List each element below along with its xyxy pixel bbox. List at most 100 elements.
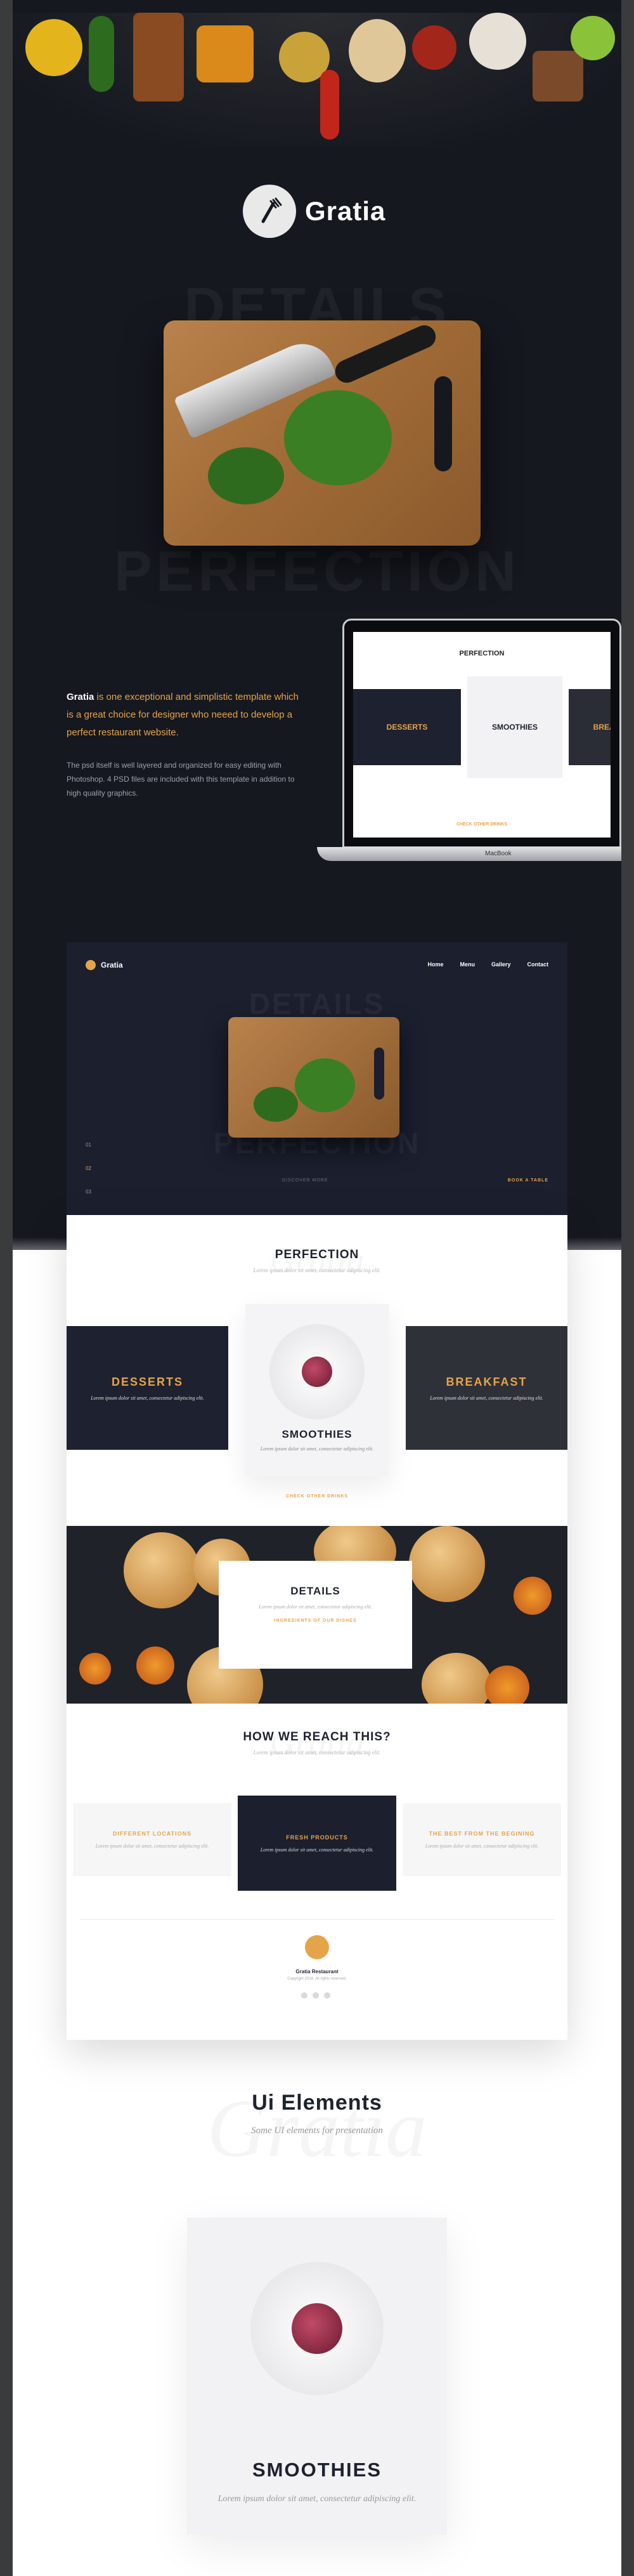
reach-item-best-text: Lorem ipsum dolor sit amet, consectetur …: [425, 1843, 539, 1849]
laptop-base: [317, 847, 621, 861]
ginger-image: [349, 19, 406, 82]
flower-image: [485, 1666, 529, 1704]
reach-subtitle: Lorem ipsum dolor sit amet, consectetur …: [253, 1749, 381, 1756]
spices-hero-image: [13, 13, 621, 146]
card-breakfast-label: BREAKFAST: [446, 1375, 527, 1388]
raspberry-image: [292, 2303, 342, 2354]
brand-name: Gratia: [305, 196, 386, 226]
bun-image: [422, 1653, 491, 1704]
laptop-link[interactable]: CHECK OTHER DRINKS: [353, 822, 611, 827]
flower-image: [136, 1646, 174, 1685]
card-desserts-text: Lorem ipsum dolor sit amet, consectetur …: [91, 1395, 204, 1401]
laptop-screen-content: PERFECTION DESSERTS SMOOTHIES BREAK CHEC…: [353, 632, 611, 838]
card-breakfast[interactable]: BREAKFAST Lorem ipsum dolor sit amet, co…: [406, 1326, 567, 1450]
site-brand-name: Gratia: [101, 961, 123, 969]
herbs-image: [208, 447, 284, 504]
slide-number-3[interactable]: 03: [86, 1189, 91, 1195]
red-chili-image: [320, 70, 339, 140]
card-smoothies[interactable]: SMOOTHIES Lorem ipsum dolor sit amet, co…: [245, 1304, 389, 1476]
book-table-link[interactable]: BOOK A TABLE: [508, 1178, 548, 1183]
cinnamon-image: [133, 13, 184, 102]
perfection-title: PERFECTION: [275, 1248, 359, 1261]
footer-social: [301, 1992, 330, 1999]
site-cutting-board-image: [228, 1017, 399, 1138]
details-title: DETAILS: [290, 1585, 340, 1597]
knife-handle-image: [332, 321, 439, 387]
intro-lead: Gratia is one exceptional and simplistic…: [67, 688, 307, 742]
menu-item-home[interactable]: Home: [427, 961, 443, 968]
cutting-board-image: [164, 320, 481, 546]
reach-item-fresh: FRESH PRODUCTS Lorem ipsum dolor sit ame…: [238, 1796, 396, 1891]
social-icon[interactable]: [313, 1992, 319, 1999]
discover-more-link[interactable]: DISCOVER MORE: [282, 1178, 328, 1183]
lime-image: [571, 16, 615, 60]
site-herbs-image: [254, 1087, 298, 1122]
social-icon[interactable]: [301, 1992, 307, 1999]
raspberry-image: [302, 1357, 332, 1387]
slide-indicator: 01 02 03: [86, 1142, 91, 1195]
smoothies-card[interactable]: SMOOTHIES Lorem ipsum dolor sit amet, co…: [187, 2218, 447, 2535]
intro-text: Gratia is one exceptional and simplistic…: [67, 688, 307, 800]
site-menu: Home Menu Gallery Contact: [427, 961, 548, 968]
website-preview: Gratia Home Menu Gallery Contact DETAILS…: [67, 942, 567, 2040]
bun-image: [124, 1532, 200, 1608]
footer-logo-icon[interactable]: [305, 1935, 329, 1959]
ingredients-link[interactable]: INGREDIENTS OF OUR DISHES: [274, 1619, 356, 1623]
site-body: Gratia PERFECTION Lorem ipsum dolor sit …: [67, 1215, 567, 2040]
smoothies-card-text: Lorem ipsum dolor sit amet, consectetur …: [217, 2494, 417, 2504]
menu-item-gallery[interactable]: Gallery: [491, 961, 511, 968]
flower-image: [514, 1577, 552, 1615]
laptop-mockup: PERFECTION DESSERTS SMOOTHIES BREAK CHEC…: [317, 619, 621, 866]
card-desserts[interactable]: DESSERTS Lorem ipsum dolor sit amet, con…: [67, 1326, 228, 1450]
check-drinks-link[interactable]: CHECK OTHER DRINKS: [67, 1494, 567, 1499]
smoothies-card-title: SMOOTHIES: [252, 2459, 382, 2481]
board-handle-hole: [434, 376, 452, 471]
social-icon[interactable]: [324, 1992, 330, 1999]
chili-image: [89, 16, 114, 92]
flower-image: [79, 1653, 111, 1685]
laptop-section-title: PERFECTION: [459, 650, 505, 657]
fork-icon: [243, 185, 296, 238]
site-board-hole: [374, 1048, 384, 1100]
laptop-screen: PERFECTION DESSERTS SMOOTHIES BREAK CHEC…: [342, 619, 621, 848]
slide-number-1[interactable]: 01: [86, 1142, 91, 1148]
footer-divider: [79, 1919, 555, 1920]
bun-image: [409, 1526, 485, 1602]
ui-elements-subtitle: Some UI elements for presentation: [251, 2126, 383, 2136]
site-chopped-herbs-image: [295, 1058, 355, 1112]
reach-item-locations-title: DIFFERENT LOCATIONS: [112, 1830, 192, 1837]
peppercorn-spoon-image: [412, 25, 456, 70]
turmeric-image: [197, 25, 254, 82]
menu-item-menu[interactable]: Menu: [460, 961, 475, 968]
fork-icon-glyph: [261, 197, 282, 223]
presentation-frame: Gratia DETAILS MAKE PERFECTION Gratia is…: [13, 0, 621, 2576]
laptop-card-desserts: DESSERTS: [353, 689, 461, 765]
laptop-card-breakfast: BREAK: [569, 689, 611, 765]
reach-title: HOW WE REACH THIS?: [243, 1730, 391, 1744]
reach-item-fresh-text: Lorem ipsum dolor sit amet, consectetur …: [260, 1846, 374, 1853]
reach-item-best: THE BEST FROM THE BEGINING Lorem ipsum d…: [403, 1803, 561, 1876]
footer-copyright: Copyright 2016. All rights reserved.: [287, 1977, 347, 1981]
intro-body: The psd itself is well layered and organ…: [67, 761, 295, 798]
card-desserts-label: DESSERTS: [111, 1375, 184, 1388]
details-band-image: DETAILS Lorem ipsum dolor sit amet, cons…: [67, 1526, 567, 1704]
details-text: Lorem ipsum dolor sit amet, consectetur …: [259, 1604, 372, 1610]
site-logo[interactable]: Gratia: [86, 960, 123, 970]
slide-number-2[interactable]: 02: [86, 1166, 91, 1171]
laptop-card-smoothies: SMOOTHIES: [467, 676, 562, 778]
site-hero: Gratia Home Menu Gallery Contact DETAILS…: [67, 942, 567, 1215]
chopped-herbs-image: [284, 390, 392, 485]
perfection-subtitle: Lorem ipsum dolor sit amet, consectetur …: [253, 1267, 381, 1273]
ui-elements-title: Ui Elements: [252, 2091, 382, 2115]
smoothie-splash-image: [250, 2262, 384, 2395]
intro-lead-text: is one exceptional and simplistic templa…: [67, 692, 299, 738]
laptop-brand: MacBook: [485, 850, 512, 857]
footer-name: Gratia Restaurant: [295, 1969, 339, 1975]
details-card: DETAILS Lorem ipsum dolor sit amet, cons…: [219, 1561, 412, 1669]
card-smoothies-text: Lorem ipsum dolor sit amet, consectetur …: [260, 1446, 374, 1452]
reach-item-locations: DIFFERENT LOCATIONS Lorem ipsum dolor si…: [73, 1803, 231, 1876]
logo-icon: [86, 960, 96, 970]
reach-item-best-title: THE BEST FROM THE BEGINING: [429, 1830, 535, 1837]
reach-item-fresh-title: FRESH PRODUCTS: [286, 1834, 348, 1841]
menu-item-contact[interactable]: Contact: [527, 961, 549, 968]
